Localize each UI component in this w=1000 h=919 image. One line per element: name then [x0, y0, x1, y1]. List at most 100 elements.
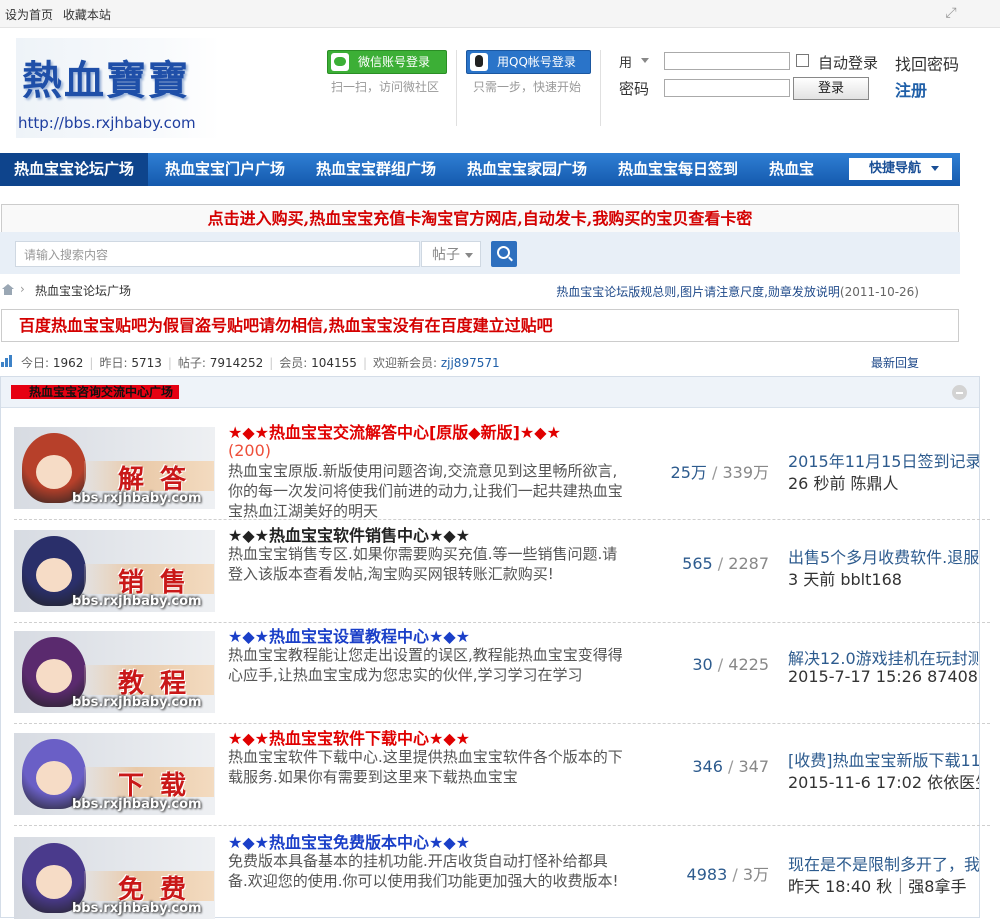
login-button[interactable]: 登录 [793, 77, 869, 100]
post-count: 347 [738, 757, 769, 776]
wechat-login-label: 微信账号登录 [358, 55, 431, 69]
last-post-link[interactable]: [收费]热血宝宝新版下载11/6 [788, 747, 979, 771]
thread-count: 4983 [686, 865, 728, 884]
wechat-login-subtext: 扫一扫，访问微社区 [331, 80, 440, 94]
divider [600, 50, 601, 126]
quick-nav-button[interactable]: 快捷导航 [849, 158, 952, 180]
row-divider [14, 622, 990, 623]
search-input[interactable]: 请输入搜索内容 [15, 241, 420, 267]
auto-login-checkbox[interactable] [796, 54, 809, 67]
quick-nav-label: 快捷导航 [869, 161, 922, 176]
breadcrumb-current[interactable]: 热血宝宝论坛广场 [35, 282, 131, 299]
post-count: 339万 [722, 463, 769, 482]
nav-item-portal[interactable]: 热血宝宝门户广场 [165, 153, 285, 186]
auto-login-label: 自动登录 [818, 54, 879, 72]
yesterday-count: 5713 [131, 356, 162, 370]
set-home-link[interactable]: 设为首页 [5, 8, 53, 22]
member-count: 104155 [311, 356, 357, 370]
last-post-link[interactable]: 2015年11月15日签到记录贴 [788, 448, 979, 472]
forum-title-link[interactable]: ★◆★热血宝宝设置教程中心★◆★ [228, 623, 470, 647]
home-icon[interactable] [2, 284, 14, 295]
last-post-meta: 3 天前 bblt168 [788, 570, 902, 589]
nav-item-more[interactable]: 热血宝 [769, 153, 814, 186]
forum-counts: 346 / 347 [692, 757, 769, 776]
last-post-link[interactable]: 解决12.0游戏挂机在玩封测1 [788, 645, 979, 669]
username-label: 用 [619, 56, 633, 71]
logo-title: 熱血寶寶 [22, 57, 190, 104]
rules-notice-date: (2011-10-26) [839, 285, 919, 299]
forum-icon-url: bbs.rxjhbaby.com [72, 695, 202, 710]
forum-counts: 4983 / 3万 [686, 865, 769, 884]
forum-title: ★◆★热血宝宝软件销售中心★◆★ [228, 526, 470, 545]
search-type-label: 帖子 [432, 247, 460, 263]
promo-banner[interactable]: 点击进入购买,热血宝宝充值卡淘宝官方网店,自动发卡,我购买的宝贝查看卡密 [1, 204, 959, 233]
forum-icon-url: bbs.rxjhbaby.com [72, 797, 202, 812]
breadcrumb: › 热血宝宝论坛广场 热血宝宝论坛版规总则,图片请注意尺度,勋章发放说明(201… [0, 279, 960, 303]
last-post-link[interactable]: 出售5个多月收费软件.退服用 [788, 544, 979, 568]
bookmark-link[interactable]: 收藏本站 [63, 8, 111, 22]
breadcrumb-separator: › [20, 282, 25, 296]
category-header: 热血宝宝咨询交流中心广场 [1, 377, 979, 408]
forum-title-link[interactable]: ★◆★热血宝宝交流解答中心[原版◆新版]★◆★ [228, 419, 561, 443]
forum-description: 免费版本具备基本的挂机功能.开店收货自动打怪补给都具备.欢迎您的使用.你可以使用… [228, 852, 619, 890]
new-member-link[interactable]: zjj897571 [441, 356, 500, 370]
forum-icon[interactable]: 销售 bbs.rxjhbaby.com [14, 530, 215, 612]
forum-title-link[interactable]: ★◆★热血宝宝软件下载中心★◆★ [228, 725, 470, 749]
collapse-icon[interactable] [952, 385, 967, 400]
search-icon [497, 246, 510, 259]
wechat-login-button[interactable]: 微信账号登录 [327, 50, 447, 74]
forum-description: 热血宝宝销售专区.如果你需要购买充值.等一些销售问题.请登入该版本查看发帖,淘宝… [228, 545, 618, 583]
forum-icon[interactable]: 下载 bbs.rxjhbaby.com [14, 733, 215, 815]
forum-description: 热血宝宝原版.新版使用问题咨询,交流意见到这里畅所欲言,你的每一次发问将使我们前… [228, 462, 623, 520]
rules-notice-link[interactable]: 热血宝宝论坛版规总则,图片请注意尺度,勋章发放说明(2011-10-26) [556, 283, 919, 300]
password-input[interactable] [664, 79, 790, 97]
forum-stats: 今日: 1962 | 昨日: 5713 | 帖子: 7914252 | 会员: 104155… [0, 352, 960, 370]
top-bar: 设为首页 收藏本站 ⤢ [0, 0, 1000, 28]
forum-title-link[interactable]: ★◆★热血宝宝软件销售中心★◆★ [228, 522, 470, 546]
forum-icon[interactable]: 免费 bbs.rxjhbaby.com [14, 837, 215, 919]
chevron-down-icon [465, 253, 473, 258]
thread-count: 346 [692, 757, 723, 776]
chevron-down-icon[interactable] [641, 58, 649, 63]
qq-icon [470, 53, 488, 71]
fullscreen-icon[interactable]: ⤢ [943, 5, 959, 21]
username-input[interactable] [664, 52, 790, 70]
post-count: 3万 [742, 865, 769, 884]
site-logo[interactable]: 熱血寶寶 http://bbs.rxjhbaby.com [16, 38, 220, 138]
qq-login-button[interactable]: 用QQ帐号登录 [466, 50, 591, 74]
forum-counts: 25万 / 339万 [670, 463, 769, 482]
search-button[interactable] [491, 241, 517, 267]
post-count: 7914252 [209, 356, 264, 370]
today-count: 1962 [52, 356, 84, 370]
stats-text: 今日: 1962 | 昨日: 5713 | 帖子: 7914252 | 会员: 104155… [21, 356, 500, 370]
register-link[interactable]: 注册 [895, 77, 927, 101]
forum-icon[interactable]: 教程 bbs.rxjhbaby.com [14, 631, 215, 713]
thread-count: 565 [682, 554, 713, 573]
forum-title: ★◆★热血宝宝设置教程中心★◆★ [228, 627, 470, 646]
forum-icon-url: bbs.rxjhbaby.com [72, 594, 202, 609]
row-divider [14, 825, 990, 826]
wechat-icon [331, 53, 349, 71]
qq-login-label: 用QQ帐号登录 [497, 55, 576, 69]
search-type-select[interactable]: 帖子 [421, 241, 481, 267]
forum-title-link[interactable]: ★◆★热血宝宝免费版本中心★◆★ [228, 829, 470, 853]
qq-login-subtext: 只需一步，快速开始 [473, 80, 582, 94]
forum-title: ★◆★热血宝宝交流解答中心[原版◆新版]★◆★ [228, 423, 561, 442]
last-post-meta: 2015-7-17 15:26 874083… [788, 667, 979, 686]
thread-count: 25万 [670, 463, 707, 482]
forum-description: 热血宝宝教程能让您走出设置的误区,教程能热血宝宝变得得心应手,让热血宝宝成为您忠… [228, 646, 623, 684]
last-post-link[interactable]: 现在是不是限制多开了，我怎 [788, 851, 979, 875]
nav-item-forum[interactable]: 热血宝宝论坛广场 [0, 153, 149, 186]
header: 熱血寶寶 http://bbs.rxjhbaby.com 微信账号登录 扫一扫，… [0, 28, 1000, 152]
rules-notice-text: 热血宝宝论坛版规总则,图片请注意尺度,勋章发放说明 [556, 285, 840, 299]
find-password-link[interactable]: 找回密码 [895, 51, 959, 75]
forum-title: ★◆★热血宝宝软件下载中心★◆★ [228, 729, 470, 748]
nav-item-checkin[interactable]: 热血宝宝每日签到 [618, 153, 738, 186]
latest-reply-link[interactable]: 最新回复 [871, 354, 919, 371]
forum-icon[interactable]: 解答 bbs.rxjhbaby.com [14, 427, 215, 509]
thread-count: 30 [692, 655, 713, 674]
nav-item-groups[interactable]: 热血宝宝群组广场 [316, 153, 436, 186]
nav-item-home[interactable]: 热血宝宝家园广场 [467, 153, 587, 186]
category-title[interactable]: 热血宝宝咨询交流中心广场 [11, 385, 180, 399]
last-post-meta: 2015-11-6 17:02 依依医生 [788, 773, 979, 792]
